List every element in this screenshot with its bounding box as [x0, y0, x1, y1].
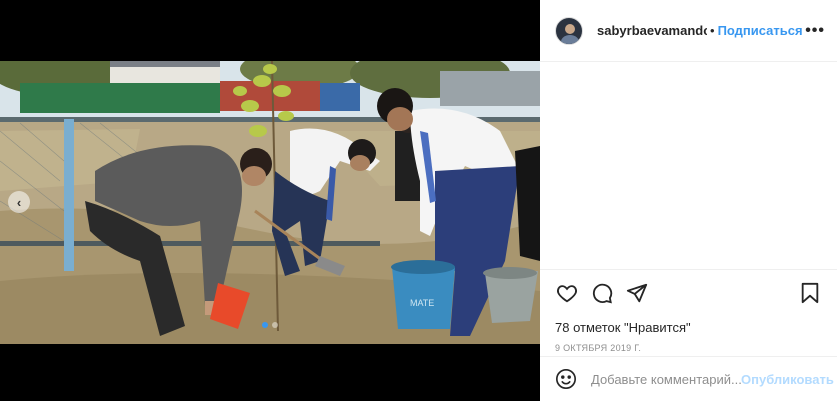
follow-button[interactable]: Подписаться [718, 23, 803, 38]
bucket-label: МАТЕ [410, 298, 434, 308]
comments-list [540, 62, 837, 269]
photo-scene: МАТЕ [0, 61, 540, 344]
header-separator: • [710, 23, 715, 38]
username-link[interactable]: sabyrbaevamandos [597, 23, 707, 38]
paper-plane-icon[interactable] [625, 281, 649, 305]
chevron-left-icon: ‹ [16, 194, 22, 210]
publish-button[interactable]: Опубликовать [741, 372, 834, 387]
heart-icon[interactable] [555, 281, 579, 305]
post-side-panel: sabyrbaevamandos • Подписаться ••• 78 от… [540, 0, 837, 401]
speech-bubble-icon[interactable] [590, 281, 614, 305]
carousel-dot [262, 322, 268, 328]
post-actions-section: 78 отметок "Нравится" 9 ОКТЯБРЯ 2019 Г. [540, 269, 837, 356]
media-column: МАТЕ ‹ [0, 0, 540, 401]
post-photo[interactable]: МАТЕ [0, 61, 540, 344]
carousel-indicator [0, 322, 540, 328]
likes-count[interactable]: 78 отметок "Нравится" [555, 320, 822, 335]
post-header: sabyrbaevamandos • Подписаться ••• [540, 0, 837, 62]
avatar[interactable] [555, 16, 583, 45]
carousel-prev-button[interactable]: ‹ [8, 191, 30, 213]
action-bar [555, 280, 822, 306]
comment-input[interactable] [591, 371, 741, 387]
post-date[interactable]: 9 ОКТЯБРЯ 2019 Г. [555, 343, 822, 353]
smiley-icon[interactable] [555, 368, 577, 390]
bookmark-icon[interactable] [798, 281, 822, 305]
post-viewer: МАТЕ ‹ sabyrbaevamandos • Подписаться ••… [0, 0, 837, 401]
ellipsis-icon[interactable]: ••• [805, 22, 825, 40]
carousel-dot [272, 322, 278, 328]
comment-form: Опубликовать [540, 356, 837, 401]
